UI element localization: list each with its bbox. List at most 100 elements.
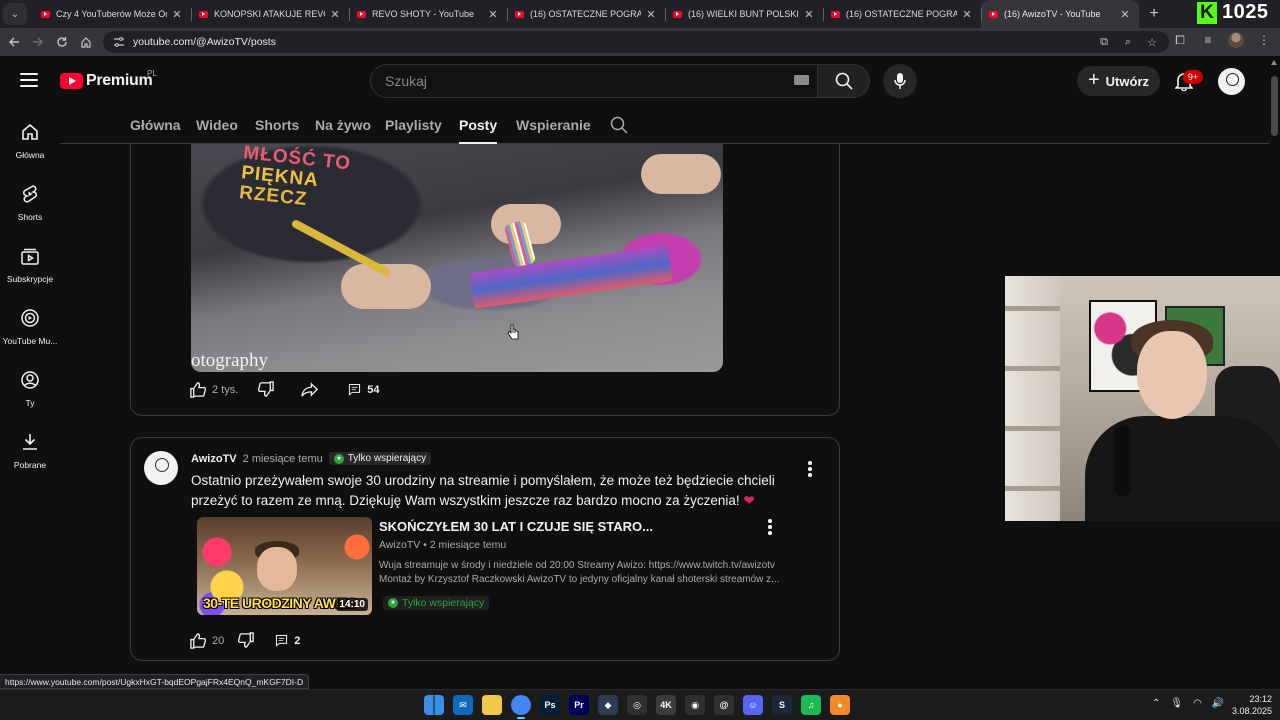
address-bar[interactable]: youtube.com/@AwizoTV/posts ⧉ ⌕ ☆ [103,31,1169,53]
windows-taskbar: ✉ Ps Pr ◆ ◎ 4K ◉ @ ☺ S ♫ ● ⌃ 🎙 ◠ 🔊 23:12 3.08.2025 [0,689,1280,720]
discord-icon[interactable]: ☺ [743,695,763,715]
video-menu-icon[interactable] [768,519,772,537]
app-circle-icon[interactable]: ◉ [685,695,705,715]
tab-close-icon[interactable]: ✕ [487,8,499,21]
mic-tray-icon[interactable]: 🎙 [1170,698,1183,709]
4k-icon[interactable]: 4K [656,695,676,715]
tab-shorts[interactable]: Shorts [255,117,299,144]
guide-item-youtube-music[interactable]: YouTube Mu... [0,292,60,348]
home-button[interactable] [76,32,96,52]
zoom-icon[interactable]: ⌕ [1121,35,1135,49]
like-button[interactable]: 2 tys. [189,381,238,398]
browser-toolbar: youtube.com/@AwizoTV/posts ⧉ ⌕ ☆ ⧠ ≡ ⋮ [0,28,1280,56]
dislike-button[interactable] [258,381,275,398]
premiere-icon[interactable]: Pr [569,695,589,715]
tab-membership[interactable]: Wspieranie [516,117,591,144]
youtube-masthead: Premium PL Szukaj + Utwórz 9+ [0,56,1280,106]
taskbar-clock[interactable]: 23:12 3.08.2025 [1232,693,1272,717]
volume-icon[interactable]: 🔊 [1212,698,1224,709]
tab-title: (16) OSTATECZNE POGRĄŻENI [530,9,641,19]
tab-posts[interactable]: Posty [459,117,498,144]
browser-tab[interactable]: REVO SHOTY - YouTube ✕ [349,0,507,28]
at-icon[interactable]: @ [714,695,734,715]
guide-item-you[interactable]: Ty [0,354,60,410]
search-placeholder: Szukaj [385,73,428,89]
comments-button[interactable]: 54 [348,383,380,396]
members-star-icon [333,453,344,464]
tab-close-icon[interactable]: ✕ [645,8,657,21]
guide-menu-icon[interactable] [20,73,38,87]
app-globe-icon[interactable]: ● [830,695,850,715]
youtube-premium-logo[interactable]: Premium [60,72,153,90]
forward-button[interactable] [28,32,48,52]
tab-search-menu-button[interactable]: ⌄ [3,3,27,25]
tab-close-icon[interactable]: ✕ [961,8,973,21]
photoshop-icon[interactable]: Ps [540,695,560,715]
browser-tab[interactable]: KONOPSKI ATAKUJE REVO "KO ✕ [191,0,349,28]
chrome-icon[interactable] [511,695,531,719]
install-app-icon[interactable]: ⧉ [1097,35,1111,49]
site-settings-icon[interactable] [113,36,125,48]
spotify-icon[interactable]: ♫ [801,695,821,715]
file-explorer-icon[interactable] [482,695,502,715]
browser-tab[interactable]: Czy 4 YouTuberów Może Odwa ✕ [33,0,191,28]
search-icon [610,116,628,134]
youtube-favicon-icon [831,10,840,18]
create-button[interactable]: + Utwórz [1077,66,1160,96]
video-thumbnail[interactable]: 30-TE URODZINY AWIZO 14:10 [197,517,372,615]
search-input[interactable]: Szukaj [370,64,817,98]
guide-item-shorts[interactable]: Shorts [0,168,60,224]
browser-menu-icon[interactable]: ⋮ [1256,32,1272,48]
reload-button[interactable] [52,32,72,52]
post-image[interactable]: MŁOŚĆ TO PIĘKNA RZECZ otography [191,144,723,372]
like-button[interactable]: 20 [189,632,224,649]
tab-close-icon[interactable]: ✕ [1119,8,1131,21]
video-channel[interactable]: AwizoTV [379,539,420,551]
app-icon[interactable]: ◆ [598,695,618,715]
new-tab-button[interactable]: + [1143,5,1165,23]
tab-home[interactable]: Główna [130,117,181,144]
tab-live[interactable]: Na żywo [315,117,371,144]
share-button[interactable] [301,381,319,398]
tab-close-icon[interactable]: ✕ [803,8,815,21]
back-button[interactable] [4,32,24,52]
browser-tab[interactable]: (16) OSTATECZNE POGRĄŻENI ✕ [507,0,665,28]
guide-item-subscriptions[interactable]: Subskrypcje [0,230,60,286]
windows-start-icon[interactable] [424,695,444,715]
steam-icon[interactable]: S [772,695,792,715]
attached-video[interactable]: 30-TE URODZINY AWIZO 14:10 SKOŃCZYŁEM 30… [197,517,780,615]
tab-playlists[interactable]: Playlisty [385,117,442,144]
bookmark-star-icon[interactable]: ☆ [1145,35,1159,49]
obs-icon[interactable]: ◎ [627,695,647,715]
keyboard-icon[interactable] [794,75,809,85]
tab-videos[interactable]: Wideo [196,117,238,144]
browser-tab[interactable]: (16) OSTATECZNE POGRĄŻENI ✕ [823,0,981,28]
video-title[interactable]: SKOŃCZYŁEM 30 LAT I CZUJE SIĘ STARO... [379,519,653,534]
browser-tab-active[interactable]: (16) AwizoTV - YouTube ✕ [981,0,1139,28]
profile-avatar[interactable] [1228,32,1244,48]
guide-label: Shorts [17,212,43,222]
guide-item-home[interactable]: Główna [0,106,60,162]
post-author[interactable]: AwizoTV [191,453,237,465]
tab-close-icon[interactable]: ✕ [171,8,183,21]
search-button[interactable] [817,64,870,98]
guide-item-downloads[interactable]: Pobrane [0,416,60,472]
post-time[interactable]: 2 miesiące temu [243,453,323,465]
channel-search-button[interactable] [610,116,628,139]
scroll-up-arrow-icon[interactable] [1271,60,1277,65]
account-avatar[interactable] [1218,68,1245,95]
tray-overflow-icon[interactable]: ⌃ [1152,698,1160,709]
mail-icon[interactable]: ✉ [453,695,473,715]
channel-avatar[interactable] [144,451,178,485]
plus-icon: + [1087,69,1100,91]
post-menu-icon[interactable] [808,461,812,479]
scroll-thumb[interactable] [1271,76,1278,136]
browser-tab[interactable]: (16) WIELKI BUNT POLSKICH ST ✕ [665,0,823,28]
voice-search-button[interactable] [883,64,917,98]
wifi-icon[interactable]: ◠ [1193,698,1202,709]
extensions-icon[interactable]: ⧠ [1172,32,1188,48]
comments-button[interactable]: 2 [275,634,300,647]
reading-list-icon[interactable]: ≡ [1200,32,1216,48]
tab-close-icon[interactable]: ✕ [329,8,341,21]
dislike-button[interactable] [238,632,255,649]
